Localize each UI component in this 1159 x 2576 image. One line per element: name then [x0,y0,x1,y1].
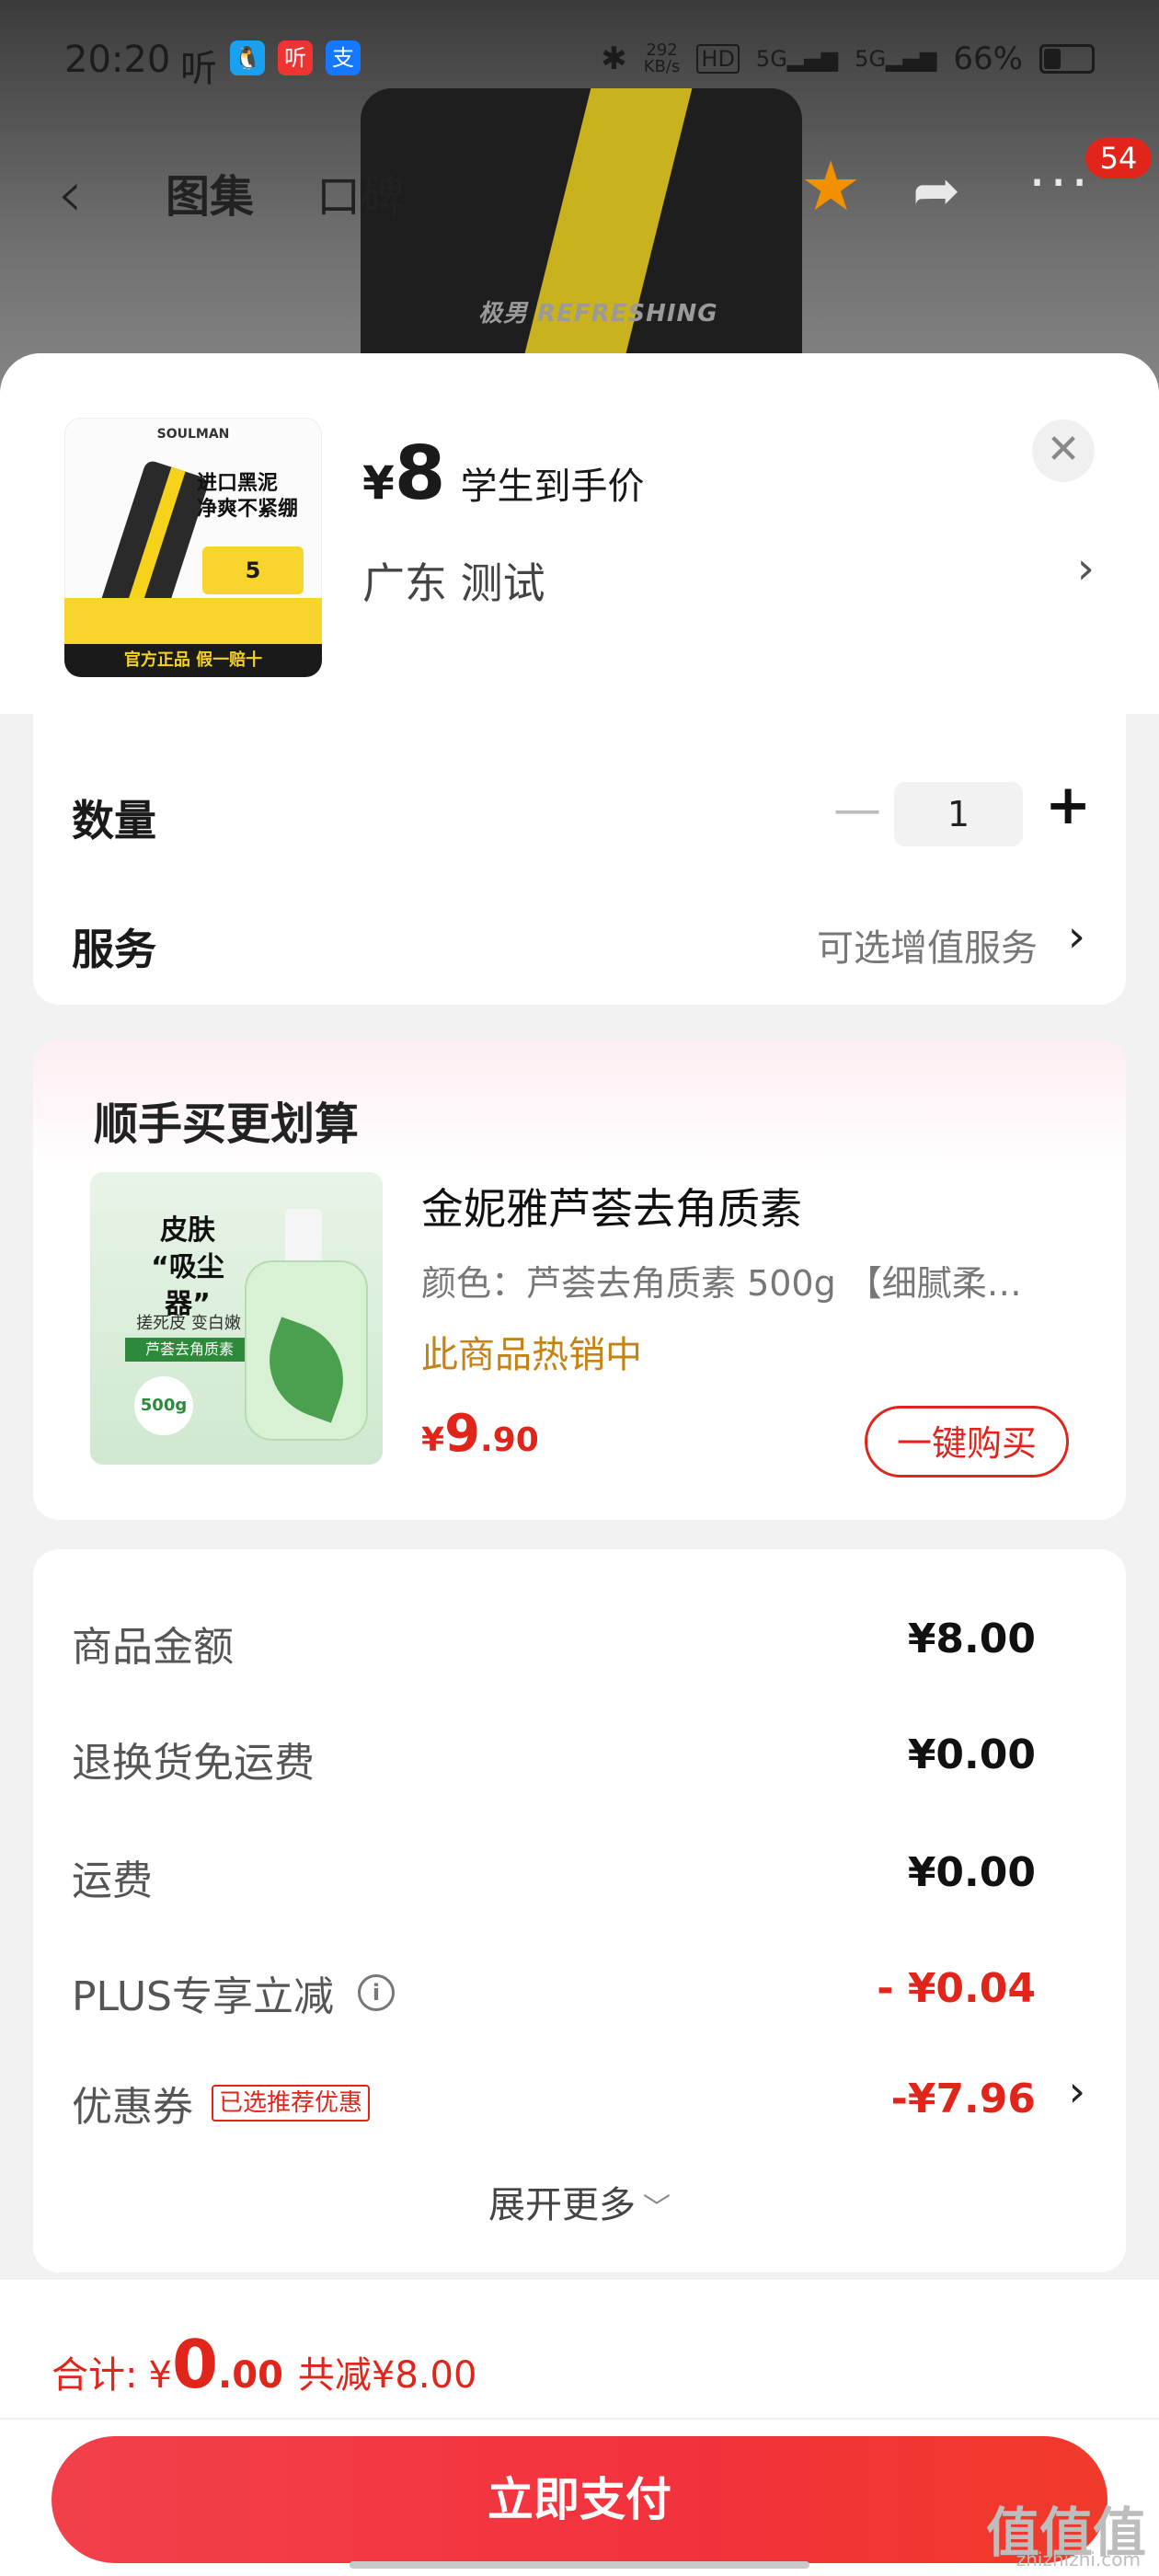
delivery-address[interactable]: 广东 测试 [362,550,545,611]
battery-icon [1039,44,1095,74]
quantity-input[interactable]: 1 [894,782,1023,846]
coupon-selected-tag: 已选推荐优惠 [212,2085,371,2122]
home-indicator[interactable] [350,2561,809,2569]
addon-product-spec: 颜色：芦荟去角质素 500g 【细腻柔… [421,1263,1022,1304]
order-total: 合计: ¥ 0 .00 共减¥8.00 [52,2326,476,2403]
watermark-url: zhizhizhi.com [1016,2548,1141,2570]
addon-image-badge: 500g [134,1376,193,1435]
price-label: 学生到手价 [460,466,645,508]
info-icon[interactable]: i [358,1974,395,2011]
service-hint[interactable]: 可选增值服务 [817,918,1038,972]
plus-discount-value: - ¥0.04 [877,1965,1036,2012]
close-button[interactable]: ✕ [1032,420,1095,482]
plus-discount-label: PLUS专享立减 [72,1973,334,2020]
network-speed: 292 KB/s [643,40,681,76]
back-icon[interactable]: ‹ [57,156,83,232]
bluetooth-icon: ✱ [601,40,627,77]
addon-product-name[interactable]: 金妮雅芦荟去角质素 [421,1176,802,1236]
total-int: 0 [171,2326,219,2403]
summary-row-value: ¥0.00 [907,1849,1036,1896]
status-bar: 20:20 ✱ 292 KB/s HD 5G▂▄▆ 5G▂▄▆ 66% 🐧 听 支… [0,0,1159,129]
thumb-bottom-banner: 官方正品 假一赔十 [64,644,322,677]
more-icon[interactable]: ··· [1028,151,1092,215]
service-label: 服务 [72,925,156,974]
addon-product-image[interactable]: 皮肤 “吸尘器” 搓死皮 变白嫩 芦荟去角质素 500g [90,1172,383,1465]
message-count-badge: 54 [1085,138,1152,178]
addon-image-headline: 皮肤 “吸尘器” [151,1214,224,1320]
addon-pump-shape [285,1209,322,1268]
one-click-buy-button[interactable]: 一键购买 [865,1406,1069,1478]
tab-reviews[interactable]: 口碑 [316,160,405,224]
status-icons: ✱ 292 KB/s HD 5G▂▄▆ 5G▂▄▆ 66% [601,40,1095,77]
coupon-label: 优惠券 [72,2084,193,2131]
product-price: ¥ 8 学生到手价 [362,431,644,516]
summary-row-value: ¥8.00 [907,1616,1036,1662]
footer-divider [0,2418,1159,2420]
quantity-plus-button[interactable]: + [1045,773,1091,837]
addon-price: ¥9.90 [421,1404,539,1464]
status-time: 20:20 [64,39,171,81]
top-nav: ‹ 图集 口碑 ★ ➦ ··· 54 [0,138,1159,239]
coupon-chevron-icon[interactable]: › [1069,2066,1085,2116]
coupon-value[interactable]: -¥7.96 [891,2076,1036,2122]
summary-row-label: 商品金额 [72,1624,234,1671]
total-dec: .00 [218,2354,283,2397]
signal-5g-icon: 5G▂▄▆ [755,46,839,72]
chevron-down-icon: ﹀ [643,2192,671,2225]
addon-image-subtext: 搓死皮 变白嫩 [136,1314,241,1333]
pay-now-button[interactable]: 立即支付 [52,2436,1107,2563]
price-value: 8 [394,431,446,516]
plus-discount-row: PLUS专享立减 i [72,1963,395,2022]
expand-more-button[interactable]: 展开更多 ﹀ [33,2175,1126,2228]
total-symbol: ¥ [148,2354,172,2397]
share-icon[interactable]: ➦ [912,156,960,224]
addon-hot-label: 此商品热销中 [421,1334,642,1376]
quantity-service-card: 数量 — 1 + 服务 可选增值服务 › [33,714,1126,1005]
favorite-star-icon[interactable]: ★ [800,147,861,226]
thumb-coupon: 5 [202,546,304,594]
total-saved: 共减¥8.00 [297,2354,477,2397]
addon-recommendation-card: 顺手买更划算 皮肤 “吸尘器” 搓死皮 变白嫩 芦荟去角质素 500g 金妮雅芦荟… [33,1040,1126,1520]
summary-row-label: 运费 [72,1857,153,1904]
ting-status-icon: 听 [180,48,217,90]
coupon-row[interactable]: 优惠券 已选推荐优惠 [72,2074,371,2133]
qq-icon: 🐧 [230,40,265,75]
addon-image-tag: 芦荟去角质素 [125,1338,254,1362]
price-symbol: ¥ [362,456,395,510]
quantity-label: 数量 [72,796,156,845]
signal-5g-icon-2: 5G▂▄▆ [855,46,937,72]
battery-text: 66% [953,40,1023,77]
ting-icon: 听 [278,40,313,75]
thumb-yellow-base [64,598,322,644]
hd-icon: HD [696,44,740,74]
product-summary: SOULMAN 进口黑泥 净爽不紧绷 5 官方正品 假一赔十 ¥ 8 学生到手价 … [0,353,1159,714]
addon-title: 顺手买更划算 [94,1098,360,1150]
service-chevron-icon[interactable]: › [1068,911,1085,962]
thumb-brand: SOULMAN [156,427,230,442]
total-label: 合计: [52,2354,138,2397]
status-app-icons: 🐧 听 支 [230,40,361,75]
address-chevron-icon[interactable]: › [1077,543,1095,594]
quantity-minus-button[interactable]: — [833,782,881,837]
order-summary-card: 商品金额 ¥8.00 退换货免运费 ¥0.00 运费 ¥0.00 PLUS专享立… [33,1549,1126,2272]
product-brand-text: 极男 REFRESHING [478,300,718,328]
alipay-icon: 支 [326,40,361,75]
product-thumbnail: SOULMAN 进口黑泥 净爽不紧绷 5 官方正品 假一赔十 [64,418,322,677]
thumb-headline: 进口黑泥 净爽不紧绷 [197,472,299,521]
purchase-sheet: SOULMAN 进口黑泥 净爽不紧绷 5 官方正品 假一赔十 ¥ 8 学生到手价 … [0,353,1159,2576]
tab-gallery[interactable]: 图集 [166,160,254,224]
summary-row-label: 退换货免运费 [72,1740,315,1787]
summary-row-value: ¥0.00 [907,1731,1036,1778]
